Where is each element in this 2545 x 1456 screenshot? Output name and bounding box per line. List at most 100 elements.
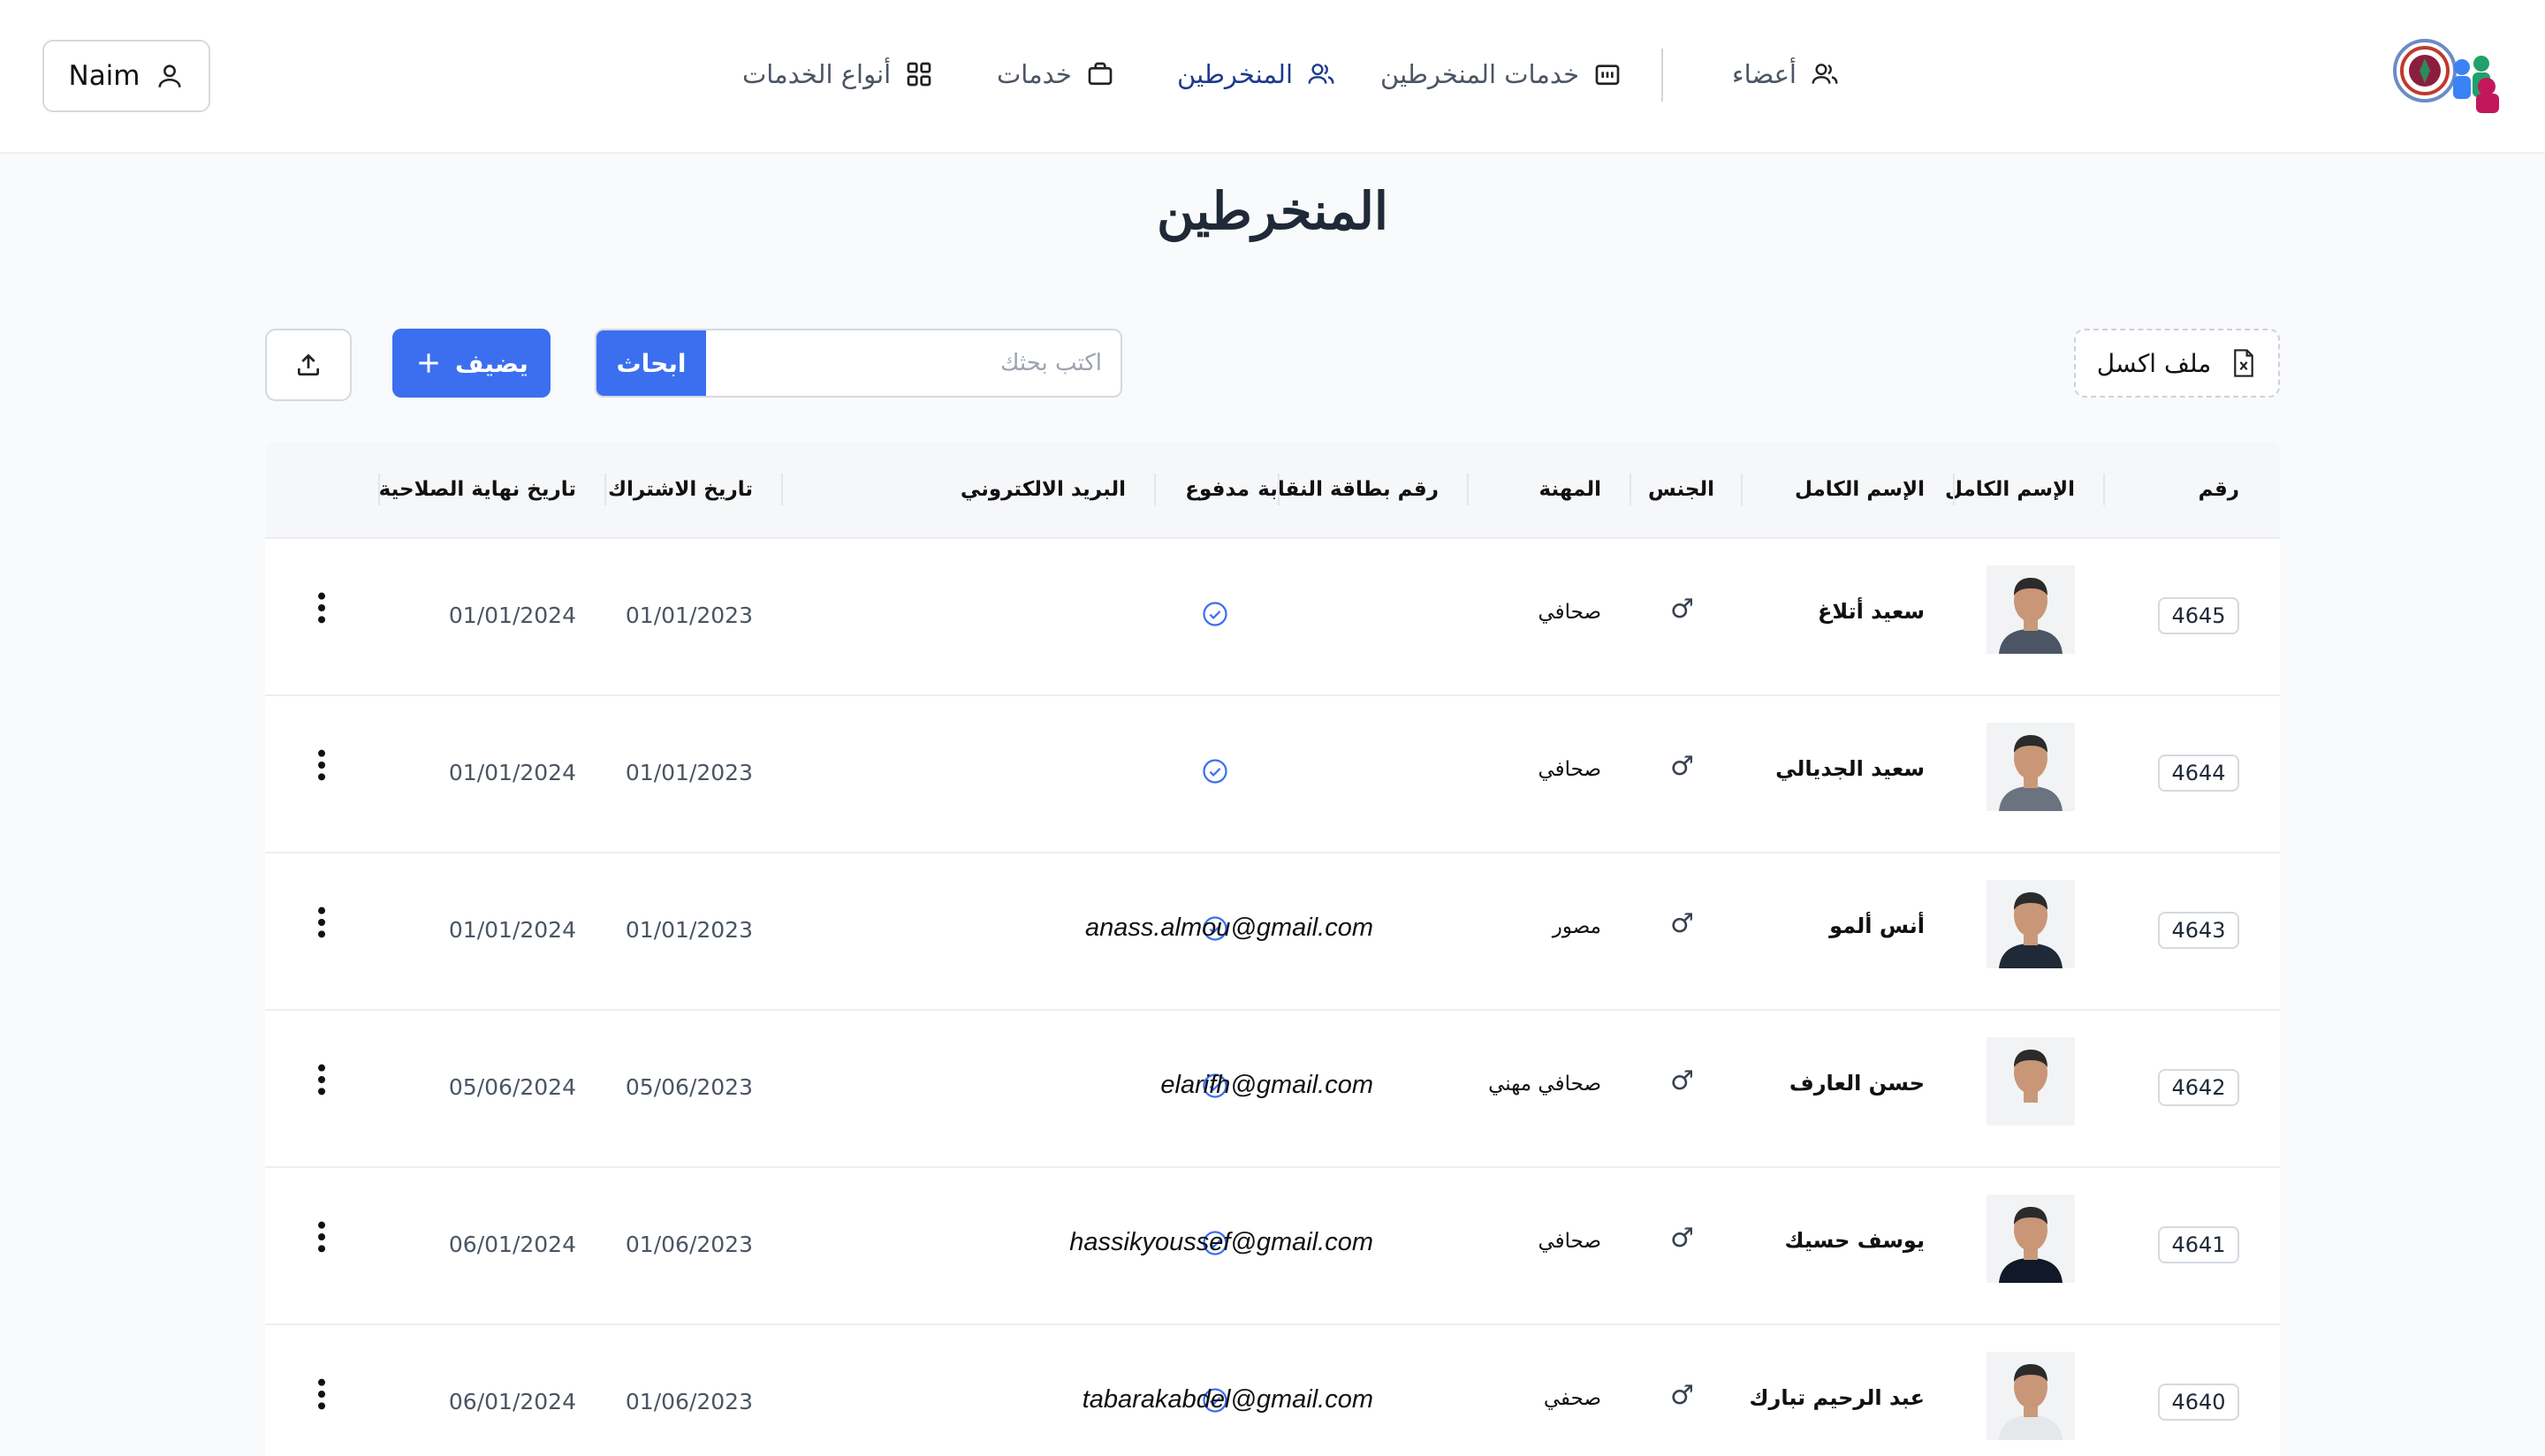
member-name: سعيد الجديالي — [1775, 756, 1925, 781]
table-row[interactable]: 4640 عبد الرحيم تبارك ♂ صحفي tabarakabdel@gm… — [265, 1323, 2280, 1456]
col-separator — [781, 474, 783, 505]
user-name: Naim — [68, 60, 141, 92]
member-email[interactable]: hassikyoussef@gmail.com — [1069, 1228, 1373, 1257]
table-row[interactable]: 4641 يوسف حسيك ♂ صحافي hassikyoussef@gmail.c… — [265, 1166, 2280, 1325]
member-number-badge: 4640 — [2158, 1384, 2239, 1421]
app-logo[interactable] — [2391, 32, 2504, 117]
member-name: عبد الرحيم تبارك — [1749, 1385, 1925, 1410]
briefcase-icon — [1088, 62, 1113, 85]
user-menu-button[interactable]: Naim — [42, 40, 210, 112]
paid-check-icon — [1203, 602, 1227, 626]
person-avatar-icon — [1987, 565, 2075, 654]
nav-member-services[interactable]: خدمات المنخرطين — [1380, 51, 1622, 97]
member-job: صحفي — [1543, 1387, 1601, 1410]
subscription-date: 01/01/2023 — [625, 760, 753, 785]
member-email[interactable]: anass.almou@gmail.com — [1085, 914, 1373, 943]
expiry-date: 06/01/2024 — [448, 1389, 576, 1414]
table-row[interactable]: 4644 سعيد الجديالي ♂ صحافي 01/01/2023 01/01/2… — [265, 694, 2280, 853]
male-gender-icon: ♂ — [1670, 1065, 1694, 1096]
member-number-badge: 4643 — [2158, 912, 2239, 949]
nav-label: المنخرطين — [1177, 59, 1294, 89]
member-photo — [1987, 723, 2075, 811]
users-icon — [1812, 64, 1838, 84]
search-button[interactable]: ابحاث — [596, 330, 706, 396]
subscription-date: 01/01/2023 — [625, 603, 753, 628]
member-name: حسن العارف — [1789, 1071, 1925, 1096]
nav-label: أنواع الخدمات — [742, 59, 892, 89]
add-button-label: يضيف — [455, 348, 528, 378]
search-group: ابحاث — [595, 329, 1122, 398]
row-actions-menu-icon[interactable] — [311, 1062, 332, 1097]
col-full-name[interactable]: الإسم الكامل — [1795, 468, 1925, 511]
page-title: المنخرطين — [1156, 181, 1389, 241]
col-gender[interactable]: الجنس — [1648, 468, 1714, 511]
member-job: صحافي — [1538, 758, 1601, 781]
excel-button-label: ملف اكسل — [2096, 348, 2212, 378]
paid-check-icon — [1203, 759, 1227, 784]
excel-import-button[interactable]: ملف اكسل — [2074, 329, 2280, 398]
table-header: رقم الإسم الكامل الإسم الكامل الجنس المه… — [265, 442, 2280, 539]
row-actions-menu-icon[interactable] — [311, 747, 332, 783]
row-actions-menu-icon[interactable] — [311, 590, 332, 626]
members-table: رقم الإسم الكامل الإسم الكامل الجنس المه… — [265, 442, 2280, 1456]
expiry-date: 01/01/2024 — [448, 603, 576, 628]
expiry-date: 06/01/2024 — [448, 1232, 576, 1257]
person-avatar-icon — [1987, 1037, 2075, 1126]
row-actions-menu-icon[interactable] — [311, 1219, 332, 1255]
nav-members[interactable]: أعضاء — [1732, 51, 1839, 97]
subscription-date: 05/06/2023 — [625, 1074, 753, 1100]
col-separator — [2103, 474, 2105, 505]
member-job: مصور — [1552, 915, 1601, 938]
table-row[interactable]: 4645 سعيد أتلاغ ♂ صحافي 01/01/2023 01/01/2024 — [265, 537, 2280, 696]
member-job: صحافي مهني — [1488, 1073, 1601, 1096]
male-gender-icon: ♂ — [1670, 1223, 1694, 1254]
member-photo — [1987, 1352, 2075, 1440]
member-number-badge: 4644 — [2158, 755, 2239, 792]
member-photo — [1987, 1037, 2075, 1126]
member-name: أنس ألمو — [1829, 914, 1925, 938]
table-row[interactable]: 4642 حسن العارف ♂ صحافي مهني elarifh@gmail.c… — [265, 1009, 2280, 1168]
col-separator — [1741, 474, 1743, 505]
male-gender-icon: ♂ — [1670, 594, 1694, 625]
member-email[interactable]: tabarakabdel@gmail.com — [1083, 1385, 1373, 1414]
table-row[interactable]: 4643 أنس ألمو ♂ مصور anass.almou@gmail.com 01… — [265, 852, 2280, 1011]
grid-icon — [907, 62, 931, 87]
person-avatar-icon — [1987, 1194, 2075, 1283]
row-actions-menu-icon[interactable] — [311, 905, 332, 940]
col-separator — [378, 474, 380, 505]
col-paid[interactable]: مدفوع — [1185, 468, 1250, 511]
row-actions-menu-icon[interactable] — [311, 1376, 332, 1412]
member-number-badge: 4641 — [2158, 1226, 2239, 1263]
nav-services[interactable]: خدمات — [997, 51, 1114, 97]
col-expiry-date[interactable]: تاريخ نهاية الصلاحية — [379, 468, 576, 511]
col-separator — [604, 474, 606, 505]
person-avatar-icon — [1987, 880, 2075, 968]
col-number[interactable]: رقم — [2199, 468, 2239, 511]
col-subscription-date[interactable]: تاريخ الاشتراك — [608, 468, 753, 511]
col-separator — [1154, 474, 1156, 505]
add-button[interactable]: يضيف — [392, 329, 551, 398]
nav-service-types[interactable]: أنواع الخدمات — [742, 51, 933, 97]
col-job[interactable]: المهنة — [1539, 468, 1601, 511]
nav-members-active[interactable]: المنخرطين — [1177, 51, 1335, 97]
member-photo — [1987, 1194, 2075, 1283]
member-photo — [1987, 565, 2075, 654]
male-gender-icon: ♂ — [1670, 751, 1694, 782]
col-photo[interactable]: الإسم الكامل — [1945, 468, 2075, 511]
export-button[interactable] — [265, 329, 352, 401]
col-separator — [1953, 474, 1955, 505]
col-email[interactable]: البريد الالكتروني — [961, 468, 1126, 511]
plus-icon — [419, 353, 438, 373]
expiry-date: 05/06/2024 — [448, 1074, 576, 1100]
nav-label: خدمات المنخرطين — [1380, 59, 1580, 89]
male-gender-icon: ♂ — [1670, 908, 1694, 939]
nav-label: أعضاء — [1732, 59, 1797, 89]
expiry-date: 01/01/2024 — [448, 917, 576, 943]
col-card-number[interactable]: رقم بطاقة النقابة — [1257, 468, 1439, 511]
search-input[interactable] — [706, 330, 1113, 396]
member-job: صحافي — [1538, 601, 1601, 624]
member-number-badge: 4645 — [2158, 597, 2239, 634]
col-separator — [1630, 474, 1631, 505]
member-email[interactable]: elarifh@gmail.com — [1160, 1071, 1373, 1100]
nav-label: خدمات — [997, 59, 1072, 89]
